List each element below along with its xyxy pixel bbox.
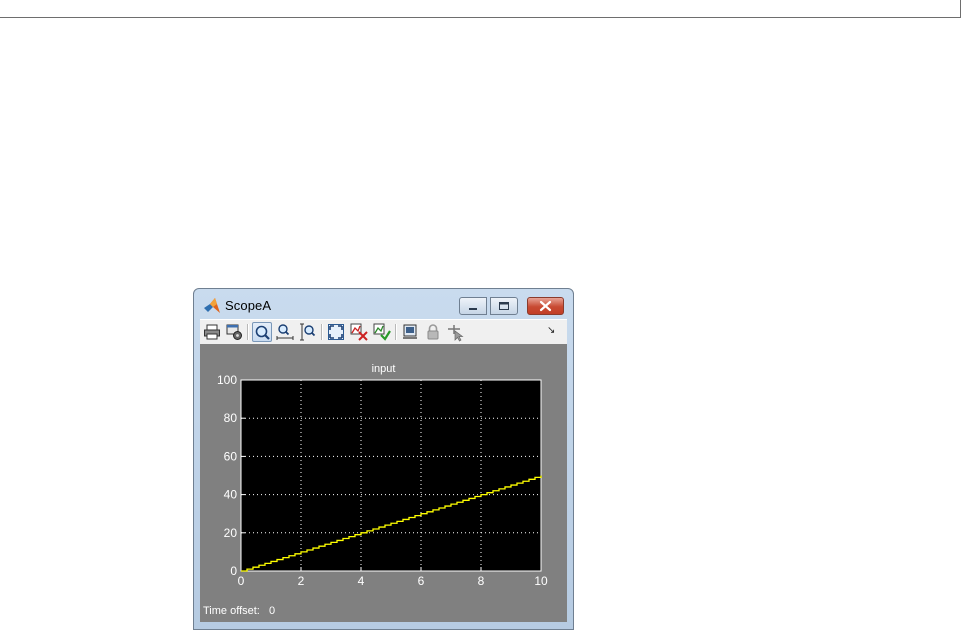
plot-canvas[interactable]: 0 2 4 6 8 10020406080100	[200, 344, 567, 622]
restore-axes-settings-button[interactable]	[372, 322, 392, 342]
y-tick-label: 0	[230, 564, 237, 578]
zoom-y-button[interactable]	[298, 322, 318, 342]
autoscale-button[interactable]	[326, 322, 346, 342]
x-tick-label: 10	[534, 574, 548, 588]
print-icon	[204, 324, 220, 340]
floating-scope-button[interactable]	[400, 322, 420, 342]
y-tick-label: 60	[224, 449, 238, 463]
x-tick-label: 2	[298, 574, 305, 588]
x-tick-label: 8	[478, 574, 485, 588]
page-header-rule	[0, 17, 961, 18]
save-axes-settings-button[interactable]	[349, 322, 369, 342]
zoom-x-icon	[276, 324, 294, 340]
floating-scope-icon	[403, 324, 417, 339]
y-tick-label: 100	[217, 373, 237, 387]
signal-selection-button[interactable]	[446, 322, 466, 342]
zoom-x-button[interactable]	[275, 322, 295, 342]
toolbar-menu-arrow-icon: ↘	[547, 325, 556, 336]
lock-axes-button[interactable]	[423, 322, 443, 342]
print-button[interactable]	[202, 322, 222, 342]
toolbar-separator	[395, 324, 397, 340]
parameters-icon	[226, 324, 242, 340]
page-header-rule-tick	[960, 0, 961, 18]
scope-window[interactable]: ScopeA ↘ input 0 2 4 6 8 10 0 20 40 60 8…	[193, 288, 574, 630]
y-tick-label: 80	[224, 411, 238, 425]
y-tick-label: 40	[224, 488, 238, 502]
parameters-button[interactable]	[224, 322, 244, 342]
toolbar-separator	[321, 324, 323, 340]
zoom-y-icon	[300, 323, 316, 341]
y-tick-label: 20	[224, 526, 238, 540]
window-title: ScopeA	[225, 298, 272, 313]
matlab-logo-icon	[204, 298, 220, 313]
zoom-button[interactable]	[252, 322, 272, 342]
document-page: ScopeA ↘ input 0 2 4 6 8 10 0 20 40 60 8…	[0, 0, 973, 631]
autoscale-icon	[328, 324, 344, 340]
x-tick-label: 0	[238, 574, 245, 588]
minimize-icon	[469, 308, 477, 310]
title-bar[interactable]: ScopeA	[194, 289, 573, 317]
time-offset-value: 0	[269, 605, 276, 617]
time-offset: Time offset: 0	[203, 605, 275, 617]
scope-display: input 0 2 4 6 8 10 0 20 40 60 80 100 Time offset: 0	[200, 344, 567, 622]
toolbar-menu-arrow[interactable]: ↘	[545, 322, 559, 342]
minimize-button[interactable]	[459, 297, 487, 315]
lock-axes-icon	[427, 324, 439, 340]
close-button[interactable]	[527, 297, 564, 315]
save-axes-settings-icon	[350, 323, 368, 341]
toolbar-separator	[247, 324, 249, 340]
plot-axes-background	[240, 379, 542, 572]
x-tick-label: 6	[418, 574, 425, 588]
zoom-icon	[255, 325, 270, 340]
signal-selection-icon	[448, 325, 464, 342]
scope-toolbar: ↘	[200, 319, 567, 344]
time-offset-label: Time offset:	[203, 605, 260, 617]
maximize-button[interactable]	[490, 297, 518, 315]
maximize-icon	[499, 302, 509, 310]
restore-axes-settings-icon	[373, 323, 391, 341]
close-icon	[539, 300, 552, 312]
x-tick-label: 4	[358, 574, 365, 588]
